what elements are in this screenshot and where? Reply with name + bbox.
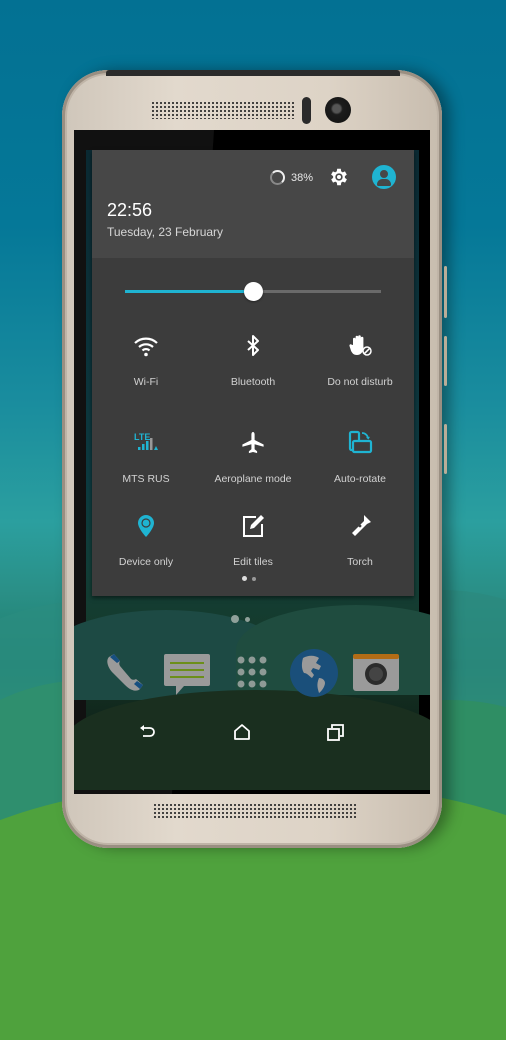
- tile-edit-tiles[interactable]: Edit tiles: [199, 512, 307, 582]
- phone-frame: 38% 22:56 Tuesday, 23 February Wi-Fi Blu…: [62, 70, 447, 848]
- recents-icon[interactable]: [326, 722, 346, 742]
- navigation-bar: [86, 716, 419, 750]
- airplane-icon: [242, 432, 264, 454]
- brightness-slider-thumb[interactable]: [244, 282, 263, 301]
- shade-header: 38% 22:56 Tuesday, 23 February: [92, 150, 414, 258]
- auto-rotate-icon: [348, 430, 373, 454]
- tile-aeroplane-mode[interactable]: Aeroplane mode: [199, 429, 307, 499]
- notification-shade: 38% 22:56 Tuesday, 23 February Wi-Fi Blu…: [92, 150, 414, 596]
- tile-label: Do not disturb: [327, 376, 393, 388]
- earpiece-speaker-grille: [151, 101, 294, 119]
- power-button[interactable]: [444, 266, 447, 318]
- tile-label: MTS RUS: [122, 473, 170, 485]
- clock[interactable]: 22:56: [107, 200, 152, 221]
- flashlight-icon: [352, 515, 371, 536]
- home-page-indicator: [231, 615, 250, 623]
- volume-down-button[interactable]: [444, 424, 447, 474]
- tile-label: Auto-rotate: [334, 473, 386, 485]
- tile-mobile-data[interactable]: LTE MTS RUS: [92, 429, 200, 499]
- page-dot-active[interactable]: [242, 576, 247, 581]
- brightness-slider[interactable]: [125, 282, 381, 301]
- phone-icon[interactable]: [102, 648, 152, 698]
- do-not-disturb-hand-icon: [349, 335, 372, 356]
- location-pin-icon: [138, 515, 154, 537]
- back-icon[interactable]: [138, 722, 158, 742]
- tile-do-not-disturb[interactable]: Do not disturb: [306, 332, 414, 402]
- app-drawer-icon[interactable]: [227, 648, 277, 698]
- message-icon[interactable]: [162, 648, 212, 698]
- battery-ring-icon: [270, 170, 285, 185]
- bottom-speaker-grille: [153, 803, 356, 819]
- home-page-dot[interactable]: [245, 616, 250, 622]
- phone-top-edge: [106, 70, 400, 76]
- tile-label: Torch: [347, 556, 373, 568]
- wifi-icon: [134, 337, 158, 357]
- bluetooth-icon: [247, 335, 259, 356]
- phone-screen: 38% 22:56 Tuesday, 23 February Wi-Fi Blu…: [74, 130, 430, 794]
- date[interactable]: Tuesday, 23 February: [107, 225, 223, 239]
- tile-label: Bluetooth: [230, 376, 276, 388]
- gear-icon[interactable]: [328, 166, 350, 188]
- proximity-sensor: [302, 97, 311, 124]
- tile-label: Aeroplane mode: [214, 473, 292, 485]
- battery-percent: 38%: [291, 171, 314, 184]
- lte-signal-icon: LTE: [134, 432, 158, 450]
- home-icon[interactable]: [232, 722, 252, 742]
- tile-auto-rotate[interactable]: Auto-rotate: [306, 429, 414, 499]
- page-dot[interactable]: [252, 576, 256, 581]
- tile-wifi[interactable]: Wi-Fi: [92, 332, 200, 402]
- tile-label: Device only: [118, 556, 174, 568]
- tile-bluetooth[interactable]: Bluetooth: [199, 332, 307, 402]
- home-page-dot-active[interactable]: [231, 615, 239, 623]
- camera-icon[interactable]: [351, 648, 401, 698]
- tile-location[interactable]: Device only: [92, 512, 200, 582]
- tile-label: Edit tiles: [233, 556, 273, 568]
- front-camera: [325, 97, 351, 123]
- battery-indicator[interactable]: 38%: [270, 170, 313, 185]
- brightness-slider-fill: [125, 290, 253, 293]
- account-circle-icon[interactable]: [372, 165, 396, 189]
- svg-text:LTE: LTE: [134, 432, 150, 442]
- tile-torch[interactable]: Torch: [306, 512, 414, 582]
- edit-icon: [243, 515, 264, 537]
- tile-label: Wi-Fi: [133, 376, 159, 388]
- volume-up-button[interactable]: [444, 336, 447, 386]
- globe-icon[interactable]: [289, 648, 339, 698]
- quick-settings-page-indicator: [242, 576, 256, 581]
